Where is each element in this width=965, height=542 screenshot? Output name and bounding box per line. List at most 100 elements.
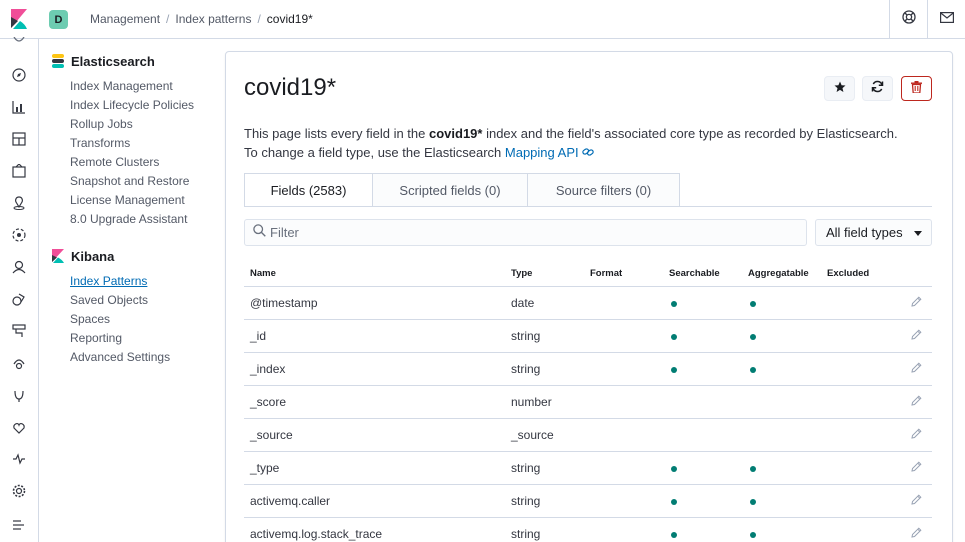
field-format-cell xyxy=(584,484,663,518)
logs-icon[interactable] xyxy=(11,291,27,307)
monitoring-icon[interactable] xyxy=(11,451,27,467)
searchable-dot-icon xyxy=(671,366,677,373)
sidebar-item-remote-clusters[interactable]: Remote Clusters xyxy=(52,153,217,172)
sidebar-item-saved-objects[interactable]: Saved Objects xyxy=(52,291,217,310)
field-format-cell xyxy=(584,451,663,485)
field-actions-cell xyxy=(900,484,932,518)
column-header-actions xyxy=(900,261,932,287)
collapse-icon[interactable] xyxy=(11,517,27,533)
help-menu-icon xyxy=(901,9,916,29)
sidebar-item-advanced-settings[interactable]: Advanced Settings xyxy=(52,348,217,367)
sidebar-item-snapshot-and-restore[interactable]: Snapshot and Restore xyxy=(52,172,217,191)
edit-field-pencil-icon[interactable] xyxy=(911,361,922,376)
edit-field-pencil-icon[interactable] xyxy=(911,427,922,442)
edit-field-pencil-icon[interactable] xyxy=(911,460,922,475)
delete-index-pattern-button[interactable] xyxy=(901,76,932,101)
edit-field-pencil-icon[interactable] xyxy=(911,526,922,541)
visualize-icon[interactable] xyxy=(11,99,27,115)
searchable-dot-icon xyxy=(671,531,677,538)
edit-field-pencil-icon[interactable] xyxy=(911,493,922,508)
newsfeed-button[interactable] xyxy=(927,0,965,38)
breadcrumb-separator: / xyxy=(257,12,261,26)
tab-fields[interactable]: Fields (2583) xyxy=(244,173,373,206)
space-avatar[interactable]: D xyxy=(49,10,68,29)
edit-field-pencil-icon[interactable] xyxy=(911,328,922,343)
field-searchable-cell xyxy=(663,517,742,542)
field-excluded-cell xyxy=(821,484,900,518)
field-format-cell xyxy=(584,319,663,353)
sidebar-item-spaces[interactable]: Spaces xyxy=(52,310,217,329)
searchable-dot-icon xyxy=(671,498,677,505)
management-icon[interactable] xyxy=(11,483,27,499)
searchable-dot-icon xyxy=(671,333,677,340)
apm-icon[interactable] xyxy=(11,355,27,371)
field-type-select[interactable]: All field types xyxy=(815,219,932,246)
field-type-cell: number xyxy=(505,385,584,419)
kibana-logo-icon[interactable] xyxy=(11,9,27,29)
field-aggregatable-cell xyxy=(742,286,821,320)
field-aggregatable-cell xyxy=(742,418,821,452)
field-type-cell: _source xyxy=(505,418,584,452)
management-sidenav: Elasticsearch Index Management Index Lif… xyxy=(52,52,217,385)
mapping-api-link[interactable]: Mapping API xyxy=(505,145,594,160)
tab-scripted-fields[interactable]: Scripted fields (0) xyxy=(373,173,528,206)
sidebar-item-index-management[interactable]: Index Management xyxy=(52,77,217,96)
field-type-cell: string xyxy=(505,451,584,485)
dev-tools-icon[interactable] xyxy=(11,419,27,435)
field-searchable-cell xyxy=(663,418,742,452)
ml-icon[interactable] xyxy=(11,227,27,243)
sidebar-item-rollup-jobs[interactable]: Rollup Jobs xyxy=(52,115,217,134)
recently-viewed-icon[interactable] xyxy=(11,33,27,49)
refresh-fields-button[interactable] xyxy=(862,76,893,101)
sidebar-item-license-management[interactable]: License Management xyxy=(52,191,217,210)
breadcrumb-index-patterns[interactable]: Index patterns xyxy=(175,12,251,26)
filter-input[interactable] xyxy=(270,225,790,240)
canvas-icon[interactable] xyxy=(11,163,27,179)
field-aggregatable-cell xyxy=(742,484,821,518)
chevron-down-icon xyxy=(914,231,922,236)
table-row: _type string xyxy=(244,451,932,485)
breadcrumb-management[interactable]: Management xyxy=(90,12,160,26)
tab-source-filters[interactable]: Source filters (0) xyxy=(528,173,680,206)
page-description: This page lists every field in the covid… xyxy=(244,124,944,162)
help-menu-button[interactable] xyxy=(889,0,927,38)
aggregatable-dot-icon xyxy=(750,531,756,538)
breadcrumb: Management / Index patterns / covid19* xyxy=(90,12,313,26)
field-format-cell xyxy=(584,385,663,419)
sidebar-item-index-lifecycle-policies[interactable]: Index Lifecycle Policies xyxy=(52,96,217,115)
column-header-excluded[interactable]: Excluded xyxy=(821,261,900,287)
set-default-button[interactable] xyxy=(824,76,855,101)
table-row: activemq.log.stack_trace string xyxy=(244,517,932,542)
nav-rail xyxy=(0,37,39,542)
edit-field-pencil-icon[interactable] xyxy=(911,394,922,409)
sidebar-item-transforms[interactable]: Transforms xyxy=(52,134,217,153)
sidenav-kibana-title: Kibana xyxy=(52,247,217,265)
uptime-icon[interactable] xyxy=(11,387,27,403)
description-text: index and the field's associated core ty… xyxy=(482,126,898,141)
maps-icon[interactable] xyxy=(11,195,27,211)
infrastructure-icon[interactable] xyxy=(11,323,27,339)
edit-field-pencil-icon[interactable] xyxy=(911,295,922,310)
sidebar-item-index-patterns[interactable]: Index Patterns xyxy=(52,272,217,291)
filter-field[interactable] xyxy=(244,219,807,246)
field-actions-cell xyxy=(900,418,932,452)
discover-icon[interactable] xyxy=(11,67,27,83)
sidebar-item-reporting[interactable]: Reporting xyxy=(52,329,217,348)
link-icon xyxy=(582,145,594,160)
column-header-name[interactable]: Name xyxy=(244,261,505,287)
sidebar-item-upgrade-assistant[interactable]: 8.0 Upgrade Assistant xyxy=(52,210,217,229)
field-type-cell: string xyxy=(505,517,584,542)
dashboard-icon[interactable] xyxy=(11,131,27,147)
field-type-cell: string xyxy=(505,319,584,353)
sidenav-kibana-group: Kibana Index Patterns Saved Objects Spac… xyxy=(52,247,217,367)
table-row: _id string xyxy=(244,319,932,353)
column-header-type[interactable]: Type xyxy=(505,261,584,287)
field-format-cell xyxy=(584,517,663,542)
column-header-searchable[interactable]: Searchable xyxy=(663,261,742,287)
field-excluded-cell xyxy=(821,451,900,485)
siem-icon[interactable] xyxy=(11,259,27,275)
field-excluded-cell xyxy=(821,319,900,353)
column-header-format[interactable]: Format xyxy=(584,261,663,287)
column-header-aggregatable[interactable]: Aggregatable xyxy=(742,261,821,287)
search-icon xyxy=(253,223,266,242)
